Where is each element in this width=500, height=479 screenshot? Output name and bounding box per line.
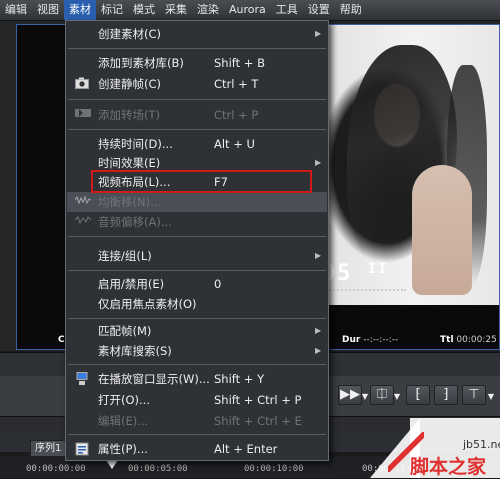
menu-tools[interactable]: 工具 <box>271 0 303 20</box>
chevron-down-icon[interactable]: ▼ <box>486 388 496 406</box>
menu-settings[interactable]: 设置 <box>303 0 335 20</box>
watermark-logo-text: 脚本之家 <box>410 456 487 478</box>
menu-item-add-to-bin[interactable]: 添加到素材库(B) Shift + B <box>66 53 328 73</box>
submenu-arrow-icon: ▶ <box>315 29 322 38</box>
trim-icon[interactable]: ⊤ <box>462 385 486 405</box>
pause-icon: II <box>367 261 389 277</box>
submenu-arrow-icon: ▶ <box>315 326 322 335</box>
loop-icon[interactable]: ⎅ <box>370 385 394 405</box>
duration-readout: Dur --:--:--:-- <box>342 335 399 345</box>
menu-aurora[interactable]: Aurora <box>224 0 271 20</box>
menu-item-bin-search[interactable]: 素材库搜索(S) ▶ <box>66 341 328 361</box>
submenu-arrow-icon: ▶ <box>315 158 322 167</box>
split-in-icon[interactable]: ⁅ <box>406 385 430 405</box>
menu-item-balance-shift[interactable]: 均衡移(N)... <box>66 192 328 212</box>
menu-separator <box>68 270 326 271</box>
menu-render[interactable]: 渲染 <box>192 0 224 20</box>
fast-forward-icon[interactable]: ▶▶ <box>338 385 362 405</box>
menu-capture[interactable]: 采集 <box>160 0 192 20</box>
menu-separator <box>68 99 326 100</box>
menu-item-add-transition[interactable]: 添加转场(T) Ctrl + P <box>66 105 328 125</box>
ruler-time: 00:00:10:00 <box>244 464 304 474</box>
menu-marker[interactable]: 标记 <box>96 0 128 20</box>
menu-separator <box>68 236 326 237</box>
menu-item-link-group[interactable]: 连接/组(L) ▶ <box>66 246 328 266</box>
ruler-time: 00:00:00:00 <box>26 464 86 474</box>
menu-help[interactable]: 帮助 <box>335 0 367 20</box>
total-readout: Ttl 00:00:25 <box>440 335 497 345</box>
menu-bar: 编辑 视图 素材 标记 模式 采集 渲染 Aurora 工具 设置 帮助 <box>0 0 500 21</box>
ruler-time: 00:00:05:00 <box>128 464 188 474</box>
menu-mode[interactable]: 模式 <box>128 0 160 20</box>
menu-item-match-frame[interactable]: 匹配帧(M) ▶ <box>66 321 328 341</box>
highlight-annotation <box>91 170 312 193</box>
menu-separator <box>68 318 326 319</box>
menu-separator <box>68 129 326 130</box>
image-detail <box>412 165 472 295</box>
watermark: jb51.net 脚本之家 <box>370 418 500 478</box>
playhead[interactable] <box>106 460 118 469</box>
menu-view[interactable]: 视图 <box>32 0 64 20</box>
audio-offset-icon <box>74 215 92 229</box>
menu-separator <box>68 434 326 435</box>
menu-item-properties[interactable]: 属性(P)... Alt + Enter <box>66 439 328 459</box>
waveform-icon <box>74 195 92 209</box>
timecode-overlay: 05 II <box>322 261 389 286</box>
submenu-arrow-icon: ▶ <box>315 346 322 355</box>
menu-item-enable-disable[interactable]: 启用/禁用(E) 0 <box>66 274 328 294</box>
camera-icon <box>75 77 89 91</box>
split-out-icon[interactable]: ⁆ <box>434 385 458 405</box>
menu-item-create-still[interactable]: 创建静帧(C) Ctrl + T <box>66 74 328 94</box>
player-window-icon <box>75 372 89 386</box>
menu-item-audio-offset[interactable]: 音频偏移(A)... <box>66 212 328 232</box>
properties-icon <box>75 442 89 456</box>
menu-edit[interactable]: 编辑 <box>0 0 32 20</box>
status-c-label: C <box>58 335 65 345</box>
transition-icon <box>75 108 91 122</box>
menu-separator <box>68 364 326 365</box>
menu-separator <box>68 48 326 49</box>
clip-menu-dropdown: 创建素材(C) ▶ 添加到素材库(B) Shift + B 创建静帧(C) Ct… <box>65 20 329 461</box>
timecode-dots <box>326 289 406 293</box>
menu-item-show-in-player[interactable]: 在播放窗口显示(W)... Shift + Y <box>66 369 328 389</box>
submenu-arrow-icon: ▶ <box>315 251 322 260</box>
chevron-down-icon[interactable]: ▼ <box>360 388 370 406</box>
chevron-down-icon[interactable]: ▼ <box>392 388 402 406</box>
menu-item-duration[interactable]: 持续时间(D)... Alt + U <box>66 134 328 154</box>
menu-item-enable-focus-only[interactable]: 仅启用焦点素材(O) <box>66 294 328 314</box>
menu-item-open[interactable]: 打开(O)... Shift + Ctrl + P <box>66 390 328 410</box>
menu-item-edit[interactable]: 编辑(E)... Shift + Ctrl + E <box>66 411 328 431</box>
watermark-site: jb51.net <box>463 438 500 451</box>
menu-item-create-clip[interactable]: 创建素材(C) ▶ <box>66 24 328 44</box>
menu-clip[interactable]: 素材 <box>64 0 96 20</box>
